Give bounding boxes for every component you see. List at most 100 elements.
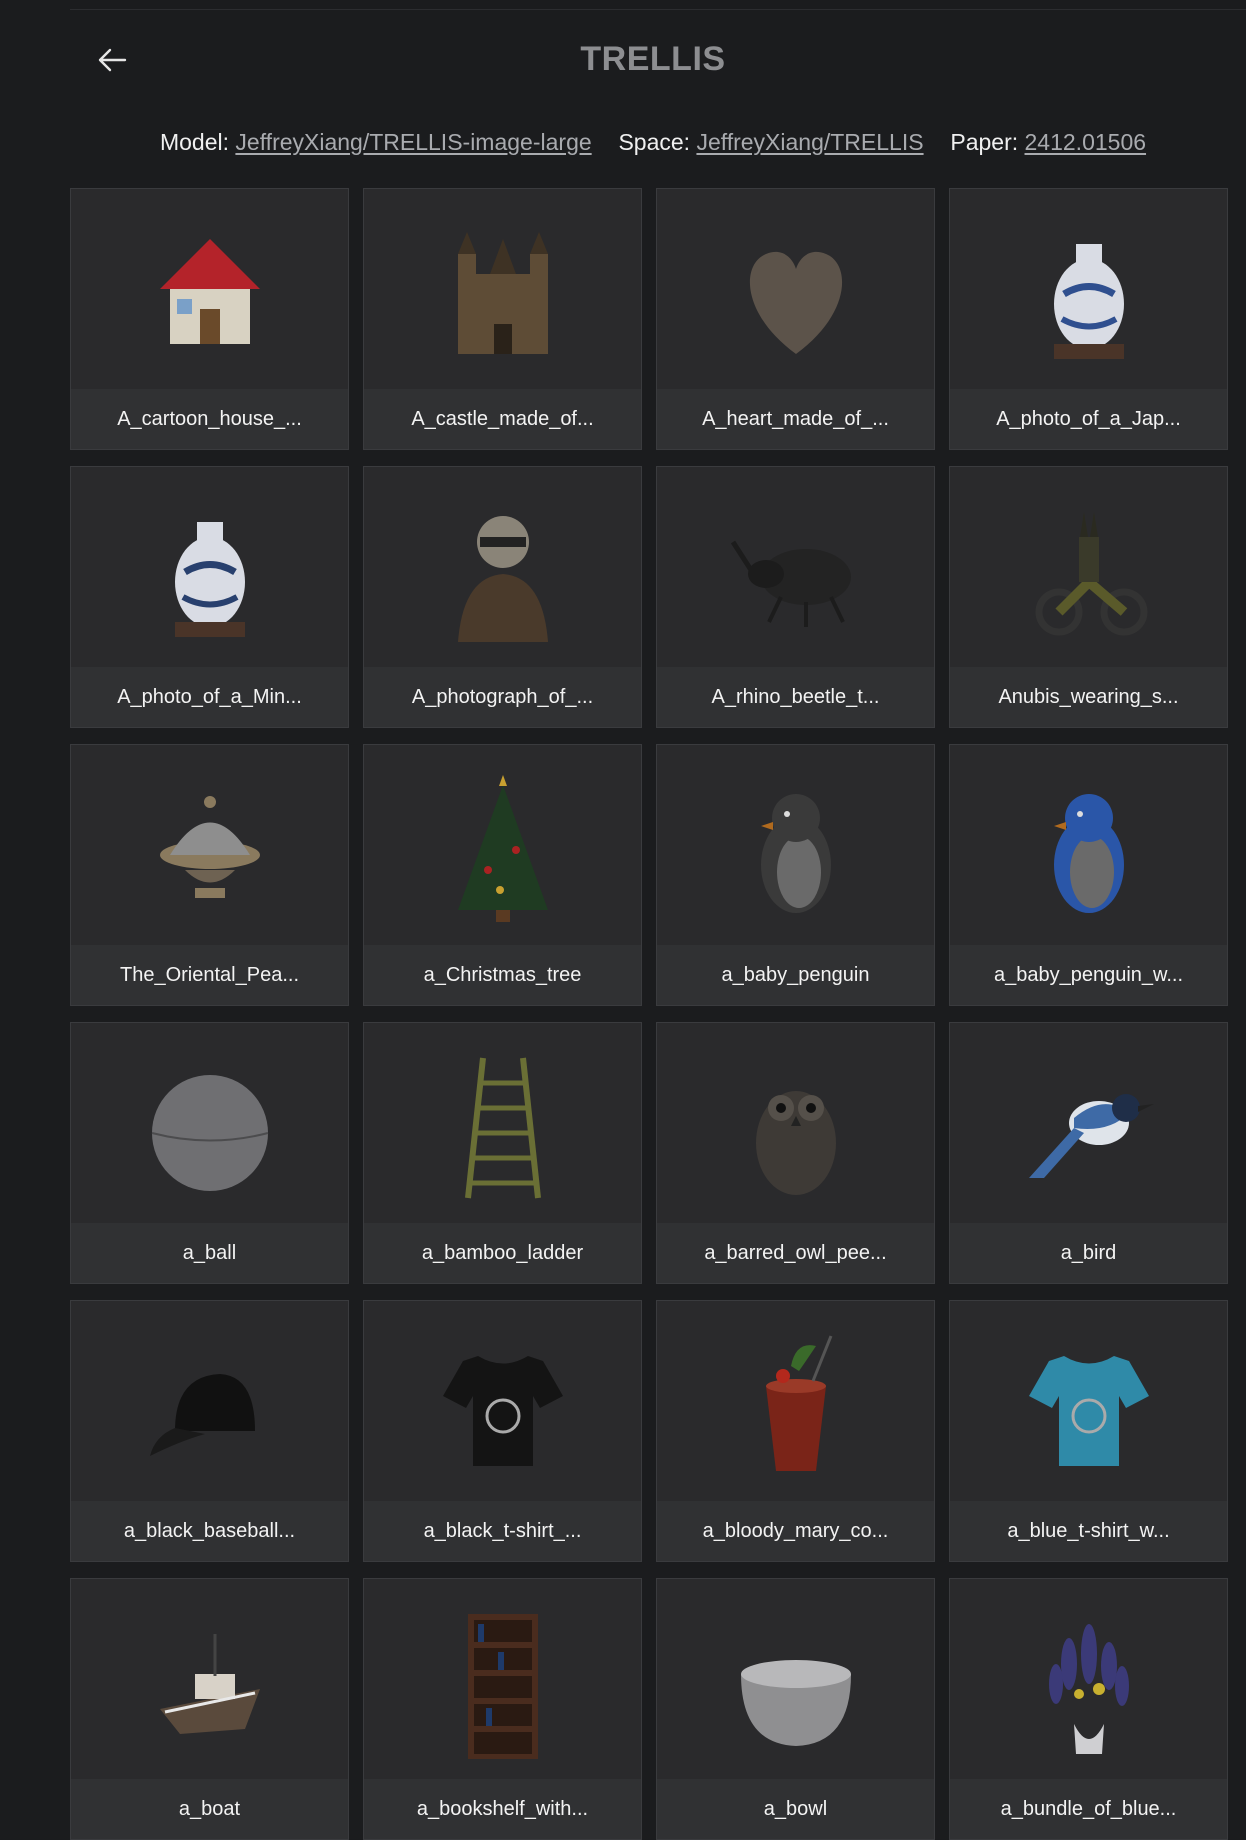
gallery-thumbnail bbox=[364, 467, 641, 667]
gallery-card[interactable]: A_photograph_of_... bbox=[363, 466, 642, 728]
paper-label: Paper: bbox=[950, 129, 1019, 155]
gallery-caption: a_bundle_of_blue... bbox=[950, 1779, 1227, 1839]
gallery-card[interactable]: a_blue_t-shirt_w... bbox=[949, 1300, 1228, 1562]
space-link[interactable]: JeffreyXiang/TRELLIS bbox=[696, 129, 923, 155]
gallery-caption: Anubis_wearing_s... bbox=[950, 667, 1227, 727]
castle-icon bbox=[457, 232, 548, 354]
gallery-caption: A_photograph_of_... bbox=[364, 667, 641, 727]
gallery-thumbnail bbox=[71, 1579, 348, 1779]
gallery-caption: a_black_baseball... bbox=[71, 1501, 348, 1561]
heart-icon bbox=[749, 251, 842, 354]
gallery-card[interactable]: a_bowl bbox=[656, 1578, 935, 1840]
gallery-card[interactable]: a_bamboo_ladder bbox=[363, 1022, 642, 1284]
gallery-card[interactable]: A_cartoon_house_... bbox=[70, 188, 349, 450]
gallery-caption: a_baby_penguin_w... bbox=[950, 945, 1227, 1005]
page-title: TRELLIS bbox=[580, 40, 726, 78]
gallery-card[interactable]: A_rhino_beetle_t... bbox=[656, 466, 935, 728]
gallery-caption: A_rhino_beetle_t... bbox=[657, 667, 934, 727]
gallery-caption: A_photo_of_a_Jap... bbox=[950, 389, 1227, 449]
gallery-caption: a_bowl bbox=[657, 1779, 934, 1839]
gallery-card[interactable]: A_heart_made_of_... bbox=[656, 188, 935, 450]
gallery-caption: The_Oriental_Pea... bbox=[71, 945, 348, 1005]
gallery-caption: a_Christmas_tree bbox=[364, 945, 641, 1005]
gallery-caption: a_barred_owl_pee... bbox=[657, 1223, 934, 1283]
gallery-thumbnail bbox=[71, 1301, 348, 1501]
space-label: Space: bbox=[618, 129, 691, 155]
gallery-page: TRELLIS Model: JeffreyXiang/TRELLIS-imag… bbox=[0, 0, 1246, 1840]
gallery-card[interactable]: The_Oriental_Pea... bbox=[70, 744, 349, 1006]
gallery-thumbnail bbox=[950, 1023, 1227, 1223]
gallery-card[interactable]: A_photo_of_a_Jap... bbox=[949, 188, 1228, 450]
gallery-caption: A_photo_of_a_Min... bbox=[71, 667, 348, 727]
boat-icon bbox=[159, 1634, 260, 1734]
gallery-card[interactable]: a_boat bbox=[70, 1578, 349, 1840]
bust-icon bbox=[457, 516, 548, 642]
tshirt-icon bbox=[1028, 1356, 1149, 1466]
gallery-thumbnail bbox=[657, 1301, 934, 1501]
gallery-card[interactable]: a_baby_penguin bbox=[656, 744, 935, 1006]
gallery-thumbnail bbox=[364, 189, 641, 389]
gallery-thumbnail bbox=[71, 189, 348, 389]
tree-icon bbox=[457, 775, 548, 922]
gallery-card[interactable]: A_castle_made_of... bbox=[363, 188, 642, 450]
gallery-card[interactable]: A_photo_of_a_Min... bbox=[70, 466, 349, 728]
gallery-thumbnail bbox=[71, 467, 348, 667]
gallery-thumbnail bbox=[950, 189, 1227, 389]
paper-link[interactable]: 2412.01506 bbox=[1025, 129, 1147, 155]
gallery-thumbnail bbox=[364, 1579, 641, 1779]
vase-icon bbox=[174, 522, 245, 637]
bookshelf-icon bbox=[467, 1614, 538, 1759]
ladder-icon bbox=[464, 1057, 541, 1199]
motorcycle-icon bbox=[1035, 512, 1147, 636]
gallery-thumbnail bbox=[71, 745, 348, 945]
dome-icon bbox=[159, 796, 260, 898]
gallery-card[interactable]: a_bundle_of_blue... bbox=[949, 1578, 1228, 1840]
gallery-caption: a_blue_t-shirt_w... bbox=[950, 1501, 1227, 1561]
penguin-icon bbox=[760, 794, 831, 913]
flowers-icon bbox=[1048, 1624, 1129, 1754]
gallery-caption: a_bamboo_ladder bbox=[364, 1223, 641, 1283]
gallery-grid: A_cartoon_house_... A_castle_made_of... A_… bbox=[70, 188, 1228, 1840]
gallery-card[interactable]: a_bird bbox=[949, 1022, 1228, 1284]
gallery-card[interactable]: a_barred_owl_pee... bbox=[656, 1022, 935, 1284]
gallery-caption: a_bloody_mary_co... bbox=[657, 1501, 934, 1561]
cap-icon bbox=[149, 1374, 255, 1456]
tshirt-icon bbox=[442, 1356, 563, 1466]
gallery-thumbnail bbox=[950, 1579, 1227, 1779]
gallery-card[interactable]: a_ball bbox=[70, 1022, 349, 1284]
gallery-card[interactable]: a_black_baseball... bbox=[70, 1300, 349, 1562]
vase-icon bbox=[1053, 244, 1124, 359]
gallery-card[interactable]: a_Christmas_tree bbox=[363, 744, 642, 1006]
bowl-icon bbox=[740, 1660, 851, 1746]
gallery-thumbnail bbox=[657, 1023, 934, 1223]
gallery-thumbnail bbox=[71, 1023, 348, 1223]
model-label: Model: bbox=[159, 129, 230, 155]
model-link[interactable]: JeffreyXiang/TRELLIS-image-large bbox=[235, 129, 591, 155]
gallery-thumbnail bbox=[950, 745, 1227, 945]
gallery-thumbnail bbox=[657, 745, 934, 945]
model-info-bar: Model: JeffreyXiang/TRELLIS-image-large … bbox=[0, 129, 1246, 156]
ball-icon bbox=[151, 1075, 268, 1191]
gallery-caption: a_bookshelf_with... bbox=[364, 1779, 641, 1839]
gallery-caption: a_bird bbox=[950, 1223, 1227, 1283]
gallery-caption: a_ball bbox=[71, 1223, 348, 1283]
gallery-thumbnail bbox=[364, 745, 641, 945]
house-icon bbox=[159, 239, 260, 344]
gallery-caption: A_cartoon_house_... bbox=[71, 389, 348, 449]
owl-icon bbox=[755, 1091, 836, 1195]
gallery-caption: A_castle_made_of... bbox=[364, 389, 641, 449]
gallery-thumbnail bbox=[950, 1301, 1227, 1501]
gallery-thumbnail bbox=[364, 1023, 641, 1223]
gallery-card[interactable]: Anubis_wearing_s... bbox=[949, 466, 1228, 728]
gallery-card[interactable]: a_baby_penguin_w... bbox=[949, 744, 1228, 1006]
gallery-thumbnail bbox=[657, 1579, 934, 1779]
beetle-icon bbox=[730, 540, 851, 627]
gallery-card[interactable]: a_bloody_mary_co... bbox=[656, 1300, 935, 1562]
gallery-caption: a_boat bbox=[71, 1779, 348, 1839]
gallery-thumbnail bbox=[950, 467, 1227, 667]
gallery-card[interactable]: a_bookshelf_with... bbox=[363, 1578, 642, 1840]
gallery-card[interactable]: a_black_t-shirt_... bbox=[363, 1300, 642, 1562]
gallery-caption: a_black_t-shirt_... bbox=[364, 1501, 641, 1561]
bird-icon bbox=[1028, 1094, 1154, 1178]
gallery-caption: A_heart_made_of_... bbox=[657, 389, 934, 449]
